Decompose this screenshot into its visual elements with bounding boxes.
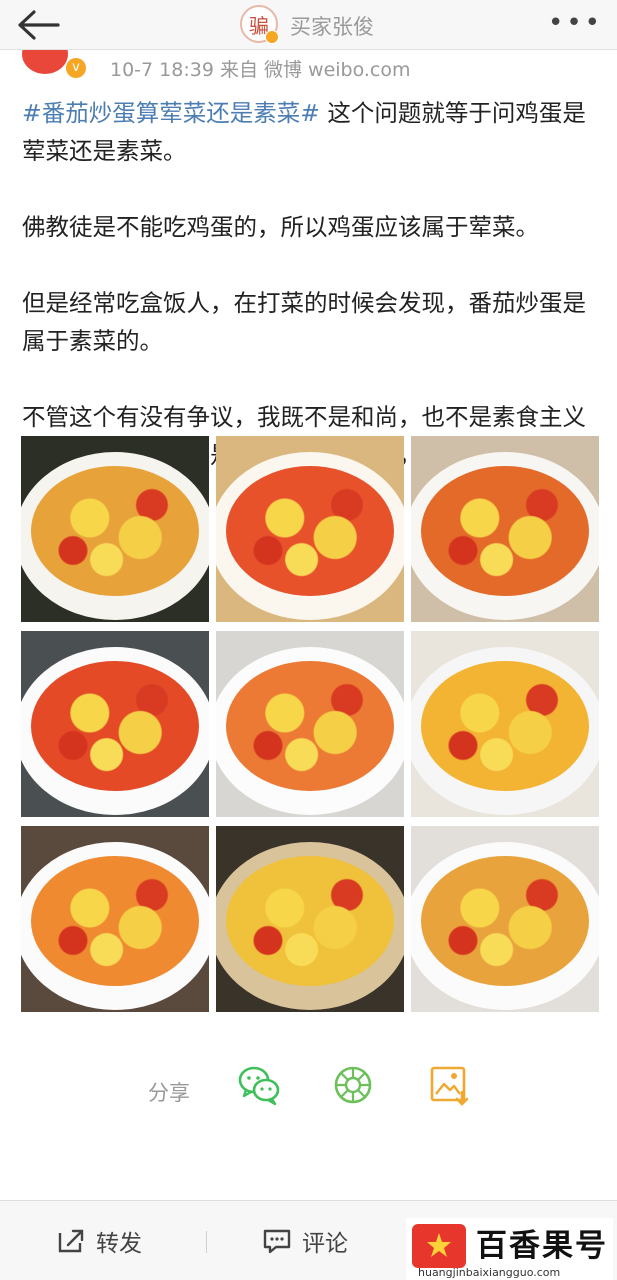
- more-options-icon[interactable]: •••: [548, 8, 603, 38]
- food-photo-7[interactable]: [21, 826, 209, 1012]
- moments-icon[interactable]: [330, 1062, 376, 1108]
- watermark-title: 百香果号: [476, 1228, 608, 1264]
- food-photo-2[interactable]: [216, 436, 404, 622]
- food-photo-8[interactable]: [216, 826, 404, 1012]
- comment-button[interactable]: 评论: [262, 1223, 348, 1259]
- post-text: #番茄炒蛋算荤菜还是素菜# 这个问题就等于问鸡蛋是荤菜还是素菜。 佛教徒是不能吃…: [22, 94, 597, 474]
- food-photo-1[interactable]: [21, 436, 209, 622]
- tomato-egg-dish: [31, 466, 199, 596]
- watermark-url: huangjinbaixiangguo.com: [418, 1266, 561, 1279]
- divider: [206, 1231, 207, 1253]
- save-image-icon[interactable]: [426, 1062, 472, 1108]
- tomato-egg-dish: [226, 661, 394, 791]
- post-paragraph-3: 但是经常吃盒饭人，在打菜的时候会发现，番茄炒蛋是属于素菜的。: [22, 289, 586, 355]
- food-photo-6[interactable]: [411, 631, 599, 817]
- tomato-egg-dish: [421, 466, 589, 596]
- tomato-egg-dish: [421, 661, 589, 791]
- poster-avatar[interactable]: [22, 50, 68, 74]
- watermark-logo-icon: [412, 1224, 466, 1268]
- tomato-egg-dish: [226, 466, 394, 596]
- food-photo-4[interactable]: [21, 631, 209, 817]
- repost-label: 转发: [96, 1231, 142, 1257]
- repost-icon: [58, 1229, 84, 1253]
- top-bar: 骗 买家张俊 •••: [0, 0, 617, 50]
- wechat-icon[interactable]: [236, 1062, 282, 1108]
- verified-badge-icon: [265, 30, 279, 44]
- food-photo-9[interactable]: [411, 826, 599, 1012]
- post-meta: v 10-7 18:39 来自 微博 weibo.com: [0, 50, 617, 78]
- share-label: 分享: [148, 1081, 190, 1105]
- tomato-egg-dish: [421, 856, 589, 986]
- image-grid: [21, 436, 599, 1014]
- account-avatar[interactable]: 骗: [240, 5, 279, 44]
- post-time-source: 10-7 18:39 来自 微博 weibo.com: [110, 59, 411, 78]
- food-photo-3[interactable]: [411, 436, 599, 622]
- comment-label: 评论: [302, 1231, 348, 1257]
- repost-button[interactable]: 转发: [56, 1223, 142, 1259]
- hashtag-link[interactable]: #番茄炒蛋算荤菜还是素菜#: [22, 99, 320, 127]
- comment-icon: [263, 1229, 291, 1254]
- site-watermark: 百香果号 huangjinbaixiangguo.com: [406, 1218, 613, 1280]
- tomato-egg-dish: [226, 856, 394, 986]
- post-paragraph-2: 佛教徒是不能吃鸡蛋的，所以鸡蛋应该属于荤菜。: [22, 213, 539, 241]
- account-name[interactable]: 买家张俊: [290, 11, 374, 41]
- back-arrow-icon[interactable]: [14, 8, 64, 42]
- post-paragraph-1: #番茄炒蛋算荤菜还是素菜# 这个问题就等于问鸡蛋是荤菜还是素菜。: [22, 94, 597, 170]
- tomato-egg-dish: [31, 856, 199, 986]
- tomato-egg-dish: [31, 661, 199, 791]
- food-photo-5[interactable]: [216, 631, 404, 817]
- verified-v-icon: v: [66, 58, 86, 78]
- share-row: 分享: [0, 1060, 617, 1120]
